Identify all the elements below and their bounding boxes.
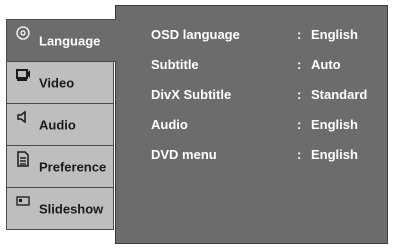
tab-preference[interactable]: Preference [6, 145, 114, 188]
tab-label: Video [39, 75, 75, 90]
tab-label: Preference [39, 159, 107, 174]
disc-icon [14, 24, 32, 42]
setting-value: English [311, 147, 358, 162]
tab-list: Language Video Audio Preference Slidesho… [6, 19, 116, 230]
setting-separator: : [297, 117, 302, 132]
slideshow-icon [14, 192, 32, 210]
setting-name: Subtitle [151, 57, 199, 72]
setting-separator: : [297, 27, 302, 42]
display-icon [14, 66, 32, 84]
setting-value: English [311, 117, 358, 132]
setting-name: OSD language [151, 27, 240, 42]
setting-value: Standard [311, 87, 368, 102]
tab-language[interactable]: Language [6, 19, 116, 62]
setting-name: Audio [151, 117, 188, 132]
tab-label: Language [39, 33, 101, 48]
setting-separator: : [297, 147, 302, 162]
tab-video[interactable]: Video [6, 61, 114, 104]
setting-separator: : [297, 87, 302, 102]
setting-value: English [311, 27, 358, 42]
speaker-icon [14, 108, 32, 126]
tab-audio[interactable]: Audio [6, 103, 114, 146]
setting-name: DVD menu [151, 147, 217, 162]
setting-separator: : [297, 57, 302, 72]
tab-slideshow[interactable]: Slideshow [6, 187, 114, 230]
tab-label: Audio [39, 117, 76, 132]
document-icon [14, 150, 32, 168]
tab-label: Slideshow [39, 201, 104, 216]
setting-value: Auto [311, 57, 341, 72]
setting-name: DivX Subtitle [151, 87, 232, 102]
